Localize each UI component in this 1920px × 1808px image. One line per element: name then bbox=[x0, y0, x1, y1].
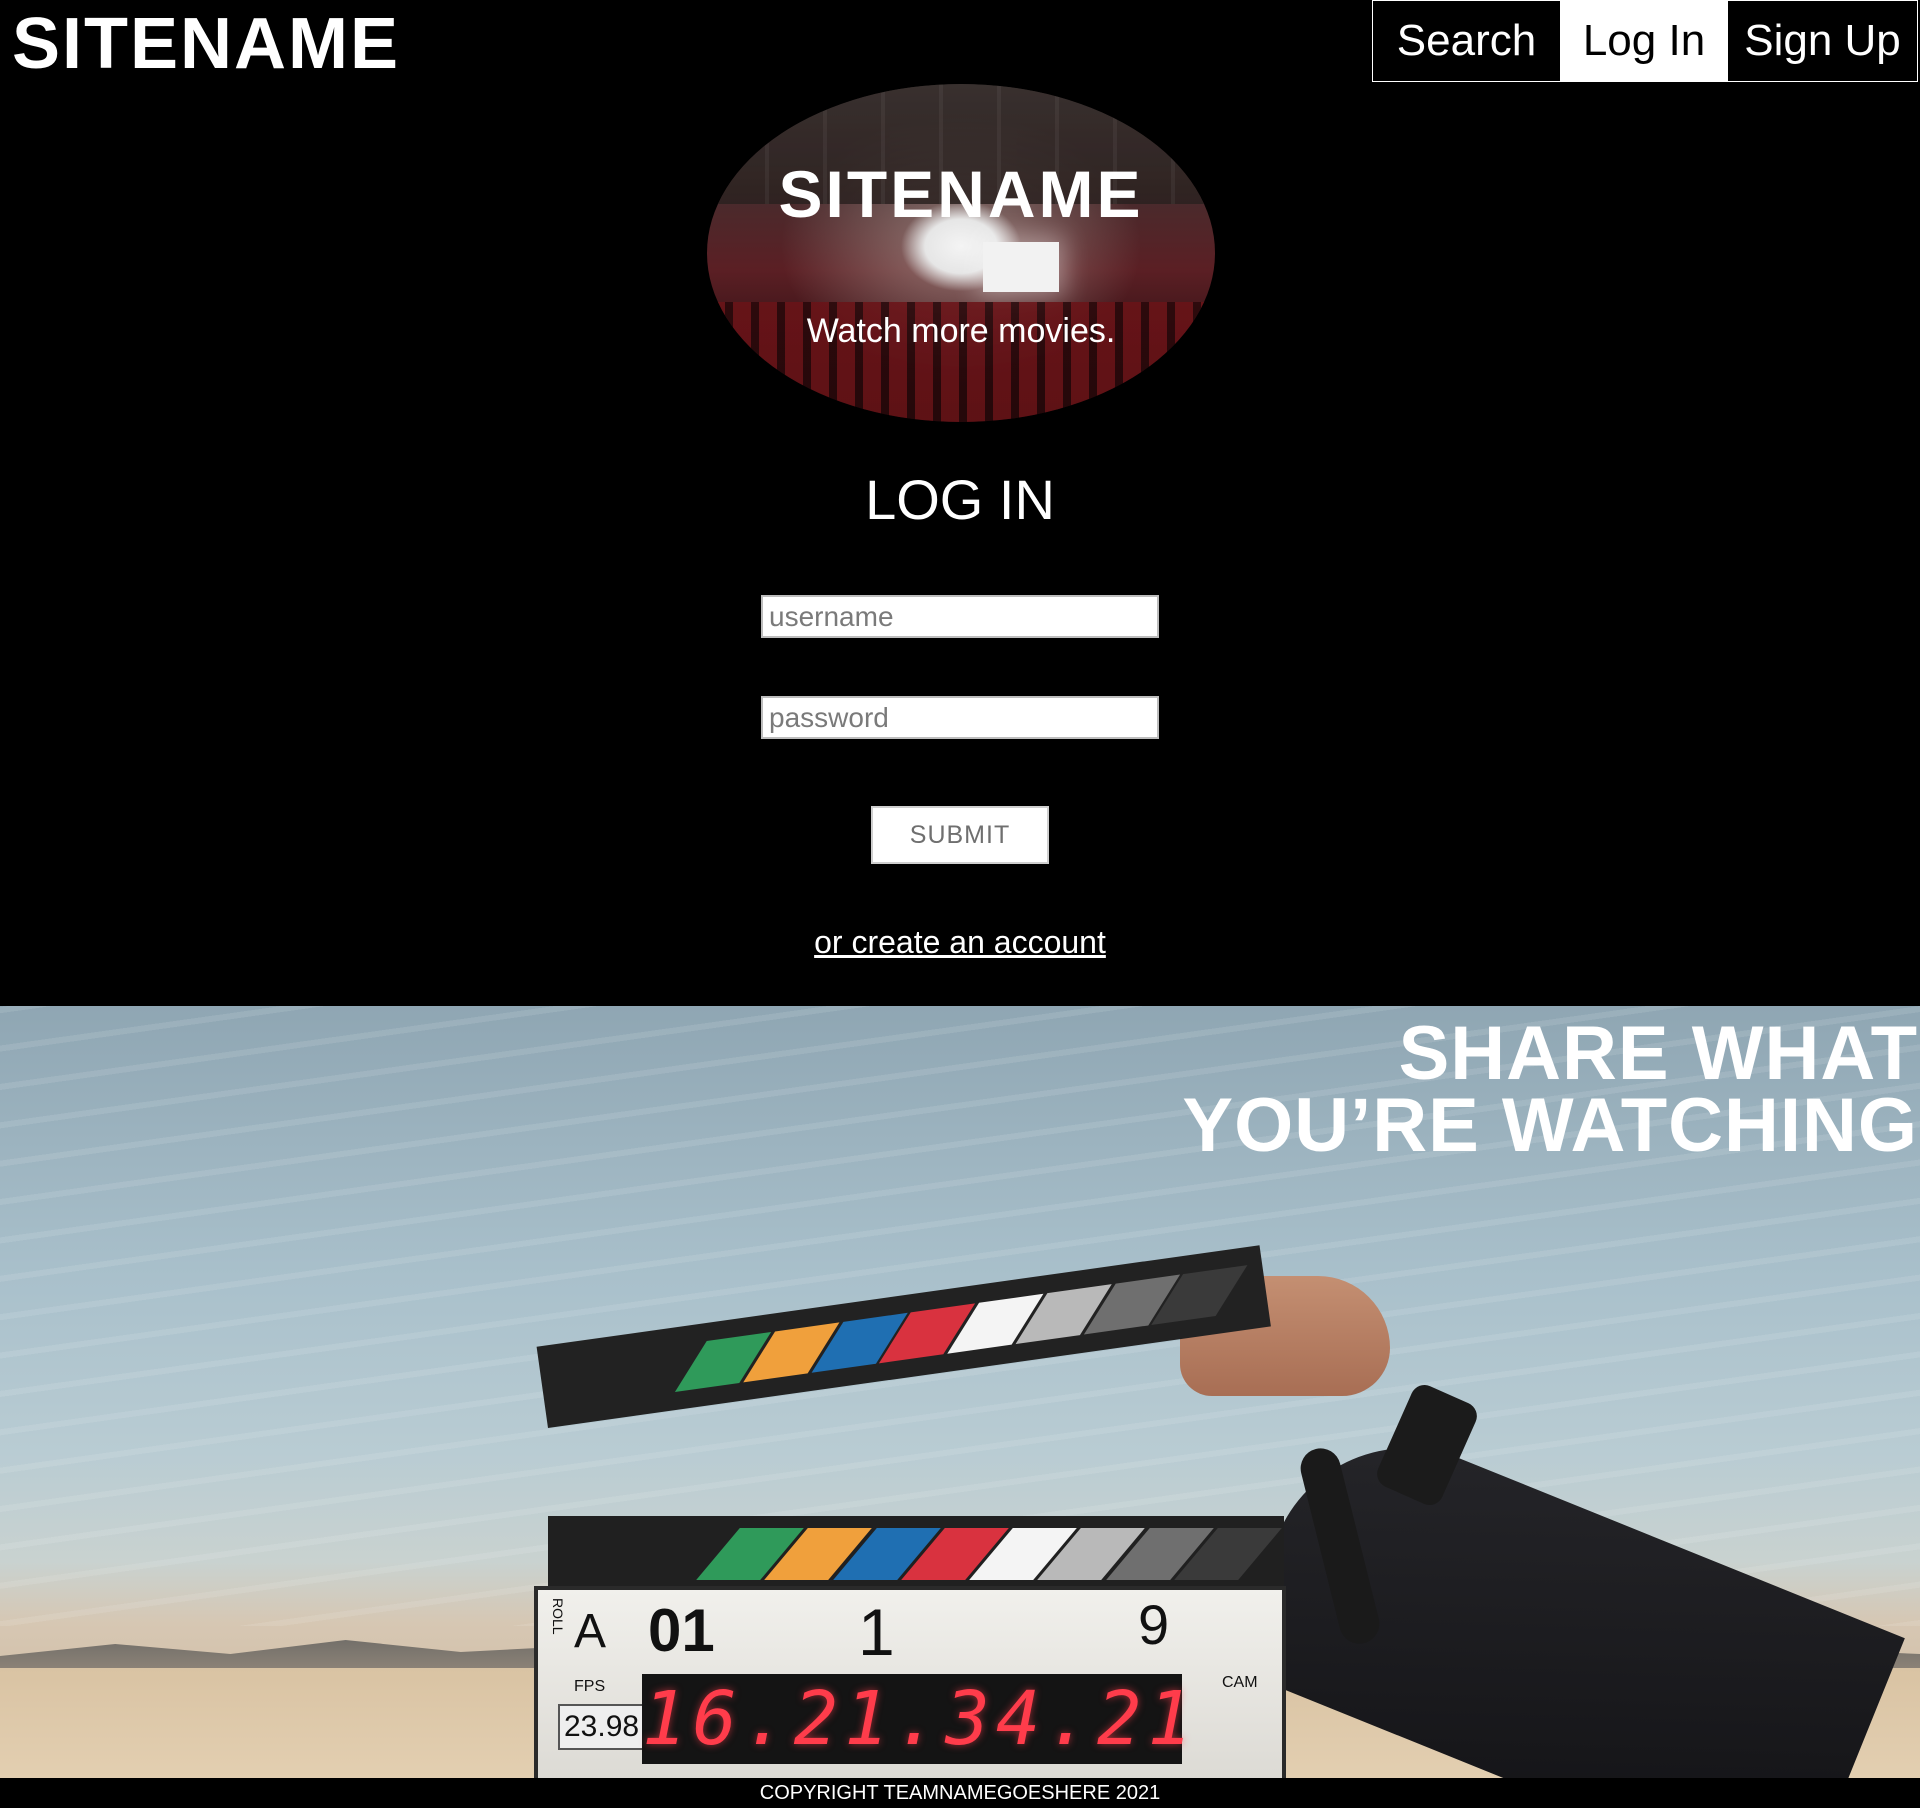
footer-copyright: COPYRIGHT TEAMNAMEGOESHERE 2021 bbox=[0, 1778, 1920, 1808]
hinge-stripes bbox=[696, 1528, 1282, 1580]
slate-shot: 1 bbox=[858, 1595, 895, 1669]
share-section: ROLL A 01 1 9 FPS 23.98 16.21.34.21 CAM … bbox=[0, 1006, 1920, 1778]
share-heading: SHARE WHAT YOU’RE WATCHING bbox=[1182, 1011, 1918, 1168]
slate-fps: 23.98 bbox=[558, 1704, 646, 1750]
username-input[interactable] bbox=[761, 595, 1159, 638]
share-heading-line2: YOU’RE WATCHING bbox=[1182, 1083, 1918, 1168]
create-account-link[interactable]: or create an account bbox=[814, 924, 1106, 960]
nav-signup-link[interactable]: Sign Up bbox=[1728, 1, 1917, 81]
nav-login-link[interactable]: Log In bbox=[1560, 1, 1728, 81]
nav-search-link[interactable]: Search bbox=[1373, 1, 1560, 81]
slate-timecode: 16.21.34.21 bbox=[642, 1674, 1199, 1764]
clapperboard-hinge-bar bbox=[548, 1516, 1284, 1592]
top-nav: Search Log In Sign Up bbox=[1372, 0, 1918, 82]
slate-scene: 01 bbox=[648, 1597, 715, 1664]
share-heading-line1: SHARE WHAT bbox=[1398, 1011, 1918, 1096]
slate-fps-label: FPS bbox=[574, 1678, 606, 1695]
submit-button[interactable]: SUBMIT bbox=[871, 806, 1049, 864]
clapperboard-slate: ROLL A 01 1 9 FPS 23.98 16.21.34.21 CAM bbox=[534, 1586, 1286, 1778]
hero-tagline: Watch more movies. bbox=[806, 312, 1116, 350]
hero-title: SITENAME bbox=[778, 157, 1144, 231]
create-account-row: or create an account bbox=[0, 924, 1920, 961]
hero-banner: SITENAME Watch more movies. bbox=[707, 84, 1215, 422]
slate-roll-label: ROLL bbox=[550, 1598, 566, 1635]
login-heading: LOG IN bbox=[865, 468, 1055, 531]
site-logo[interactable]: SITENAME bbox=[12, 6, 400, 82]
slate-cam-label: CAM bbox=[1222, 1674, 1258, 1691]
slate-roll: A bbox=[574, 1605, 607, 1658]
password-input[interactable] bbox=[761, 696, 1159, 739]
slate-take: 9 bbox=[1138, 1593, 1170, 1656]
theater-screen-image bbox=[983, 242, 1059, 292]
